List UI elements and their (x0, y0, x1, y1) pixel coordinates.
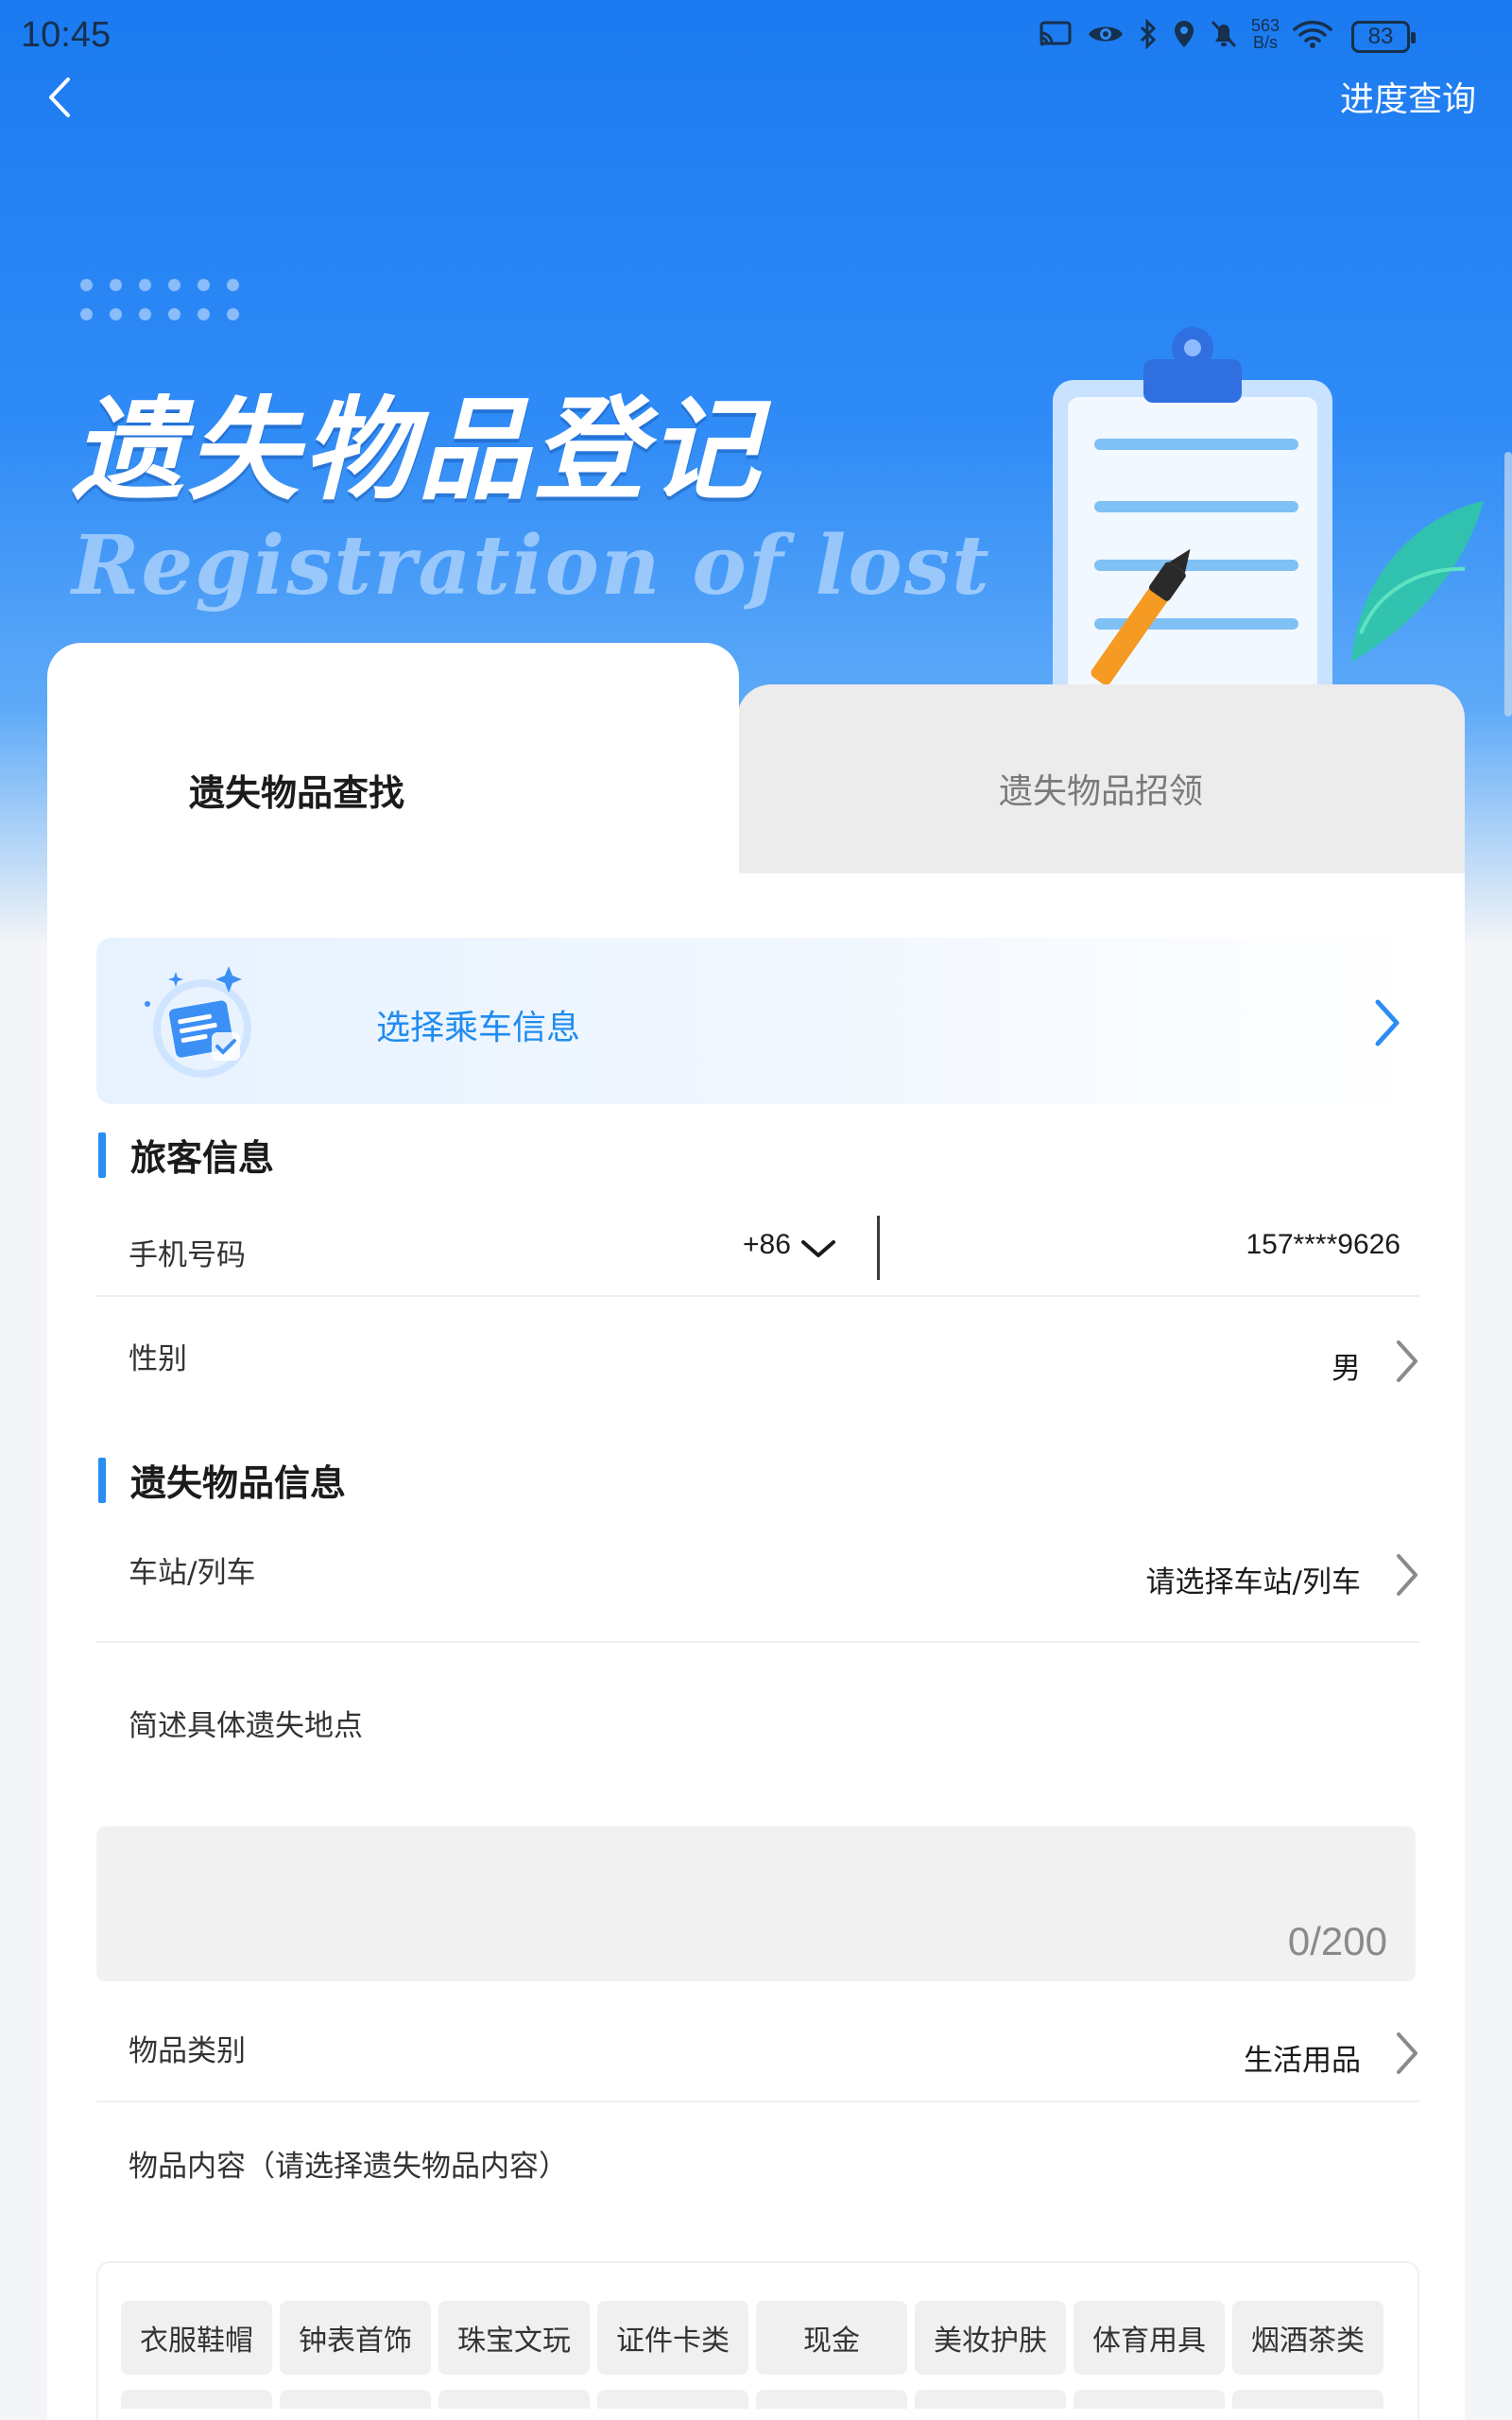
page-title: 遗失物品登记 (72, 385, 765, 515)
phone-label: 手机号码 (129, 1238, 246, 1272)
net-speed-value: 563 (1250, 16, 1280, 35)
item-content-tags: 衣服鞋帽 钟表首饰 珠宝文玩 证件卡类 现金 美妆护肤 体育用具 烟酒茶类 (96, 2261, 1419, 2420)
tag-cash[interactable]: 现金 (756, 2301, 907, 2375)
battery-level: 83 (1367, 24, 1394, 49)
gender-row[interactable]: 性别 男 (96, 1297, 1419, 1410)
chevron-right-icon (1375, 999, 1400, 1046)
location-textarea[interactable]: 0/200 (96, 1826, 1416, 1981)
registration-card: 遗失物品查找 选择乘车信息 旅客信息 手机号码 +86 157****9626 … (47, 643, 1465, 2420)
progress-query-link[interactable]: 进度查询 (1340, 72, 1476, 121)
char-counter: 0/200 (1287, 1919, 1387, 1963)
section-title: 遗失物品信息 (130, 1462, 347, 1504)
tag[interactable] (438, 2390, 590, 2409)
decorative-dots (72, 270, 251, 327)
phone-input[interactable]: 157****9626 (1246, 1229, 1401, 1261)
phone-row: 手机号码 +86 157****9626 (96, 1199, 1419, 1297)
gender-label: 性别 (129, 1342, 187, 1376)
wifi-icon (1293, 20, 1332, 48)
category-value: 生活用品 (1244, 2044, 1361, 2078)
country-code-select[interactable]: +86 (743, 1229, 791, 1261)
ticket-document-icon (145, 966, 251, 1078)
gender-value: 男 (1332, 1352, 1361, 1386)
tag[interactable] (1232, 2390, 1383, 2409)
tag[interactable] (915, 2390, 1066, 2409)
station-train-label: 车站/列车 (129, 1556, 256, 1590)
tag[interactable] (121, 2390, 272, 2409)
location-row: 简述具体遗失地点 (96, 1643, 1419, 1826)
divider (877, 1216, 880, 1280)
scroll-handle[interactable] (1504, 452, 1512, 717)
tag-row: 衣服鞋帽 钟表首饰 珠宝文玩 证件卡类 现金 美妆护肤 体育用具 烟酒茶类 (121, 2301, 1383, 2375)
tab-lost-item-search[interactable]: 遗失物品查找 (47, 643, 739, 879)
location-label: 简述具体遗失地点 (129, 1709, 363, 1743)
category-row[interactable]: 物品类别 生活用品 (96, 1981, 1419, 2102)
tag-row-partial (121, 2390, 1383, 2409)
status-bar: 10:45 563 B/s 83 (0, 0, 1512, 76)
location-icon (1174, 21, 1194, 47)
chevron-right-icon (1397, 1554, 1418, 1596)
chevron-right-icon (1397, 2032, 1418, 2074)
contents-label: 物品内容（请选择遗失物品内容） (129, 2150, 568, 2184)
tag-treasures[interactable]: 珠宝文玩 (438, 2301, 590, 2375)
tag-watches-jewelry[interactable]: 钟表首饰 (280, 2301, 431, 2375)
status-icons: 563 B/s (1038, 17, 1332, 51)
page-subtitle: Registration of lost (72, 518, 991, 614)
tag-cosmetics[interactable]: 美妆护肤 (915, 2301, 1066, 2375)
select-ride-info-label: 选择乘车信息 (376, 1009, 581, 1047)
eye-icon (1088, 26, 1123, 42)
section-accent-bar (98, 1457, 106, 1503)
status-time: 10:45 (21, 15, 112, 55)
chevron-down-icon[interactable] (799, 1236, 837, 1261)
section-accent-bar (98, 1132, 106, 1178)
net-speed: 563 B/s (1251, 17, 1280, 51)
station-train-row[interactable]: 车站/列车 请选择车站/列车 (96, 1522, 1419, 1643)
mute-bell-icon (1211, 20, 1237, 48)
tag-tobacco-wine-tea[interactable]: 烟酒茶类 (1232, 2301, 1383, 2375)
net-speed-unit: B/s (1252, 33, 1278, 52)
item-info-header: 遗失物品信息 (98, 1454, 346, 1506)
tag[interactable] (280, 2390, 431, 2409)
tag[interactable] (597, 2390, 748, 2409)
tab-label: 遗失物品查找 (189, 772, 405, 814)
select-ride-info-button[interactable]: 选择乘车信息 (96, 938, 1419, 1104)
category-label: 物品类别 (129, 2034, 246, 2068)
battery-icon: 83 (1351, 21, 1416, 53)
bluetooth-icon (1140, 19, 1157, 49)
passenger-info-header: 旅客信息 (98, 1129, 274, 1181)
contents-row: 物品内容（请选择遗失物品内容） (96, 2102, 1419, 2261)
section-title: 旅客信息 (130, 1137, 275, 1179)
tag-cards-ids[interactable]: 证件卡类 (597, 2301, 748, 2375)
cast-icon (1040, 21, 1072, 46)
chevron-left-icon[interactable] (42, 74, 79, 121)
tag-sports[interactable]: 体育用具 (1074, 2301, 1225, 2375)
tag[interactable] (756, 2390, 907, 2409)
station-train-placeholder: 请选择车站/列车 (1145, 1565, 1361, 1599)
chevron-right-icon (1397, 1340, 1418, 1382)
tag[interactable] (1074, 2390, 1225, 2409)
tag-clothing[interactable]: 衣服鞋帽 (121, 2301, 272, 2375)
